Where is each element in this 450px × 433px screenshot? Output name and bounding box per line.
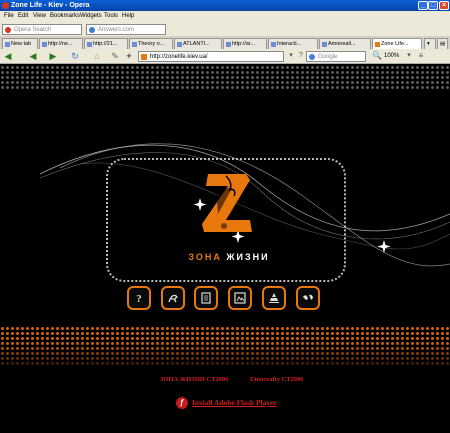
zoom-dropdown-icon[interactable]: ▾	[404, 51, 414, 61]
page-icon	[5, 42, 10, 47]
site-favicon-icon	[141, 54, 147, 60]
document-button[interactable]	[194, 286, 218, 310]
address-text: http://zonelife.kiev.ua/	[150, 54, 208, 60]
tab-label: http://ne...	[48, 41, 73, 47]
dot-pattern-orange	[0, 326, 450, 366]
zone-life-logo	[202, 174, 252, 232]
trash-tab-button[interactable]: ▾	[424, 38, 436, 49]
tab-item[interactable]: Theory o...	[129, 38, 173, 49]
brand-title: ЗОНА ЖИЗНИ	[184, 252, 274, 262]
opera-search-field[interactable]: Opera Search	[2, 24, 82, 35]
page-icon	[271, 42, 276, 47]
svg-text:?: ?	[136, 293, 142, 305]
dragon-icon	[168, 294, 178, 303]
menu-bar: File Edit View Bookmarks Widgets Tools H…	[0, 11, 450, 22]
page-icon	[87, 42, 92, 47]
tab-label: Amoneall...	[328, 41, 356, 47]
opera-window: Zone Life - Kiev - Opera _ □ × File Edit…	[0, 0, 450, 433]
tab-bar: New tab http://ne... http://21... Theory…	[0, 36, 450, 50]
menu-help[interactable]: Help	[122, 11, 134, 22]
tab-label: New tab	[11, 41, 32, 47]
google-icon	[309, 54, 315, 60]
page-icon	[322, 42, 327, 47]
brand-part-zone: ЗОНА	[188, 252, 222, 262]
answers-search-placeholder: Answers.com	[98, 27, 135, 33]
tab-item[interactable]: Interacti...	[268, 38, 318, 49]
google-search-field[interactable]: Google	[306, 51, 366, 62]
back-arrow-icon[interactable]: ◀	[3, 51, 13, 61]
tab-menu-button[interactable]: ▤	[437, 38, 448, 49]
back-arrow-icon[interactable]: ◀	[28, 51, 38, 61]
page-icon	[177, 42, 182, 47]
question-button[interactable]: ?	[127, 286, 151, 310]
page-icon	[375, 42, 380, 47]
tab-label: ATLANTI...	[183, 41, 210, 47]
gallery-button[interactable]	[228, 286, 252, 310]
tab-label: http://21...	[93, 41, 118, 47]
page-content: ЗОНА ЖИЗНИ ? ЗОНА ЖИЗНИ СТ2006 Etnocraft…	[0, 64, 450, 433]
opera-logo-icon	[2, 2, 9, 9]
temple-icon	[269, 293, 279, 303]
page-icon	[226, 42, 231, 47]
world-map-button[interactable]	[296, 286, 320, 310]
menu-edit[interactable]: Edit	[18, 11, 28, 22]
tab-item[interactable]: http://21...	[84, 38, 128, 49]
answers-search-field[interactable]: Answers.com	[86, 24, 166, 35]
menu-icon[interactable]: ≡	[416, 51, 426, 61]
gallery-icon	[234, 292, 246, 304]
edit-icon[interactable]: ✎	[110, 51, 120, 61]
document-icon	[201, 292, 211, 304]
tab-item[interactable]: http://ar...	[223, 38, 267, 49]
tab-label: Interacti...	[277, 41, 302, 47]
home-icon[interactable]: ⌂	[92, 51, 102, 61]
footer-copyright-left: ЗОНА ЖИЗНИ СТ2006	[160, 376, 229, 383]
minimize-button[interactable]: _	[418, 1, 428, 10]
zoom-icon[interactable]: 🔍	[372, 51, 382, 61]
maximize-button[interactable]: □	[428, 1, 438, 10]
flash-install-label[interactable]: Install Adobe Flash Player	[192, 398, 277, 407]
menu-view[interactable]: View	[33, 11, 46, 22]
tab-label: http://ar...	[232, 41, 255, 47]
page-icon	[132, 42, 137, 47]
world-map-icon	[303, 294, 313, 300]
search-engine-label: Google	[318, 54, 338, 60]
menu-tools[interactable]: Tools	[104, 11, 118, 22]
opera-search-placeholder: Opera Search	[14, 27, 52, 33]
menu-bookmarks[interactable]: Bookmarks	[50, 11, 80, 22]
menu-widgets[interactable]: Widgets	[80, 11, 102, 22]
zoom-level[interactable]: 100%	[384, 51, 399, 61]
flash-player-icon: ƒ	[176, 397, 188, 409]
window-title: Zone Life - Kiev - Opera	[11, 2, 90, 9]
wand-icon[interactable]: ✦	[124, 51, 134, 61]
forward-arrow-icon[interactable]: ▶	[48, 51, 58, 61]
dragon-button[interactable]	[161, 286, 185, 310]
tab-item[interactable]: http://ne...	[39, 38, 83, 49]
tab-new[interactable]: New tab	[2, 38, 38, 49]
tab-label: Zone Life...	[381, 41, 409, 47]
close-button[interactable]: ×	[439, 1, 449, 10]
tab-item[interactable]: ATLANTI...	[174, 38, 222, 49]
page-icon	[42, 42, 47, 47]
answers-search-icon	[89, 27, 95, 33]
search-toolbar: Opera Search Answers.com	[0, 22, 450, 37]
opera-search-icon	[5, 27, 11, 33]
tab-item[interactable]: Amoneall...	[319, 38, 371, 49]
menu-file[interactable]: File	[4, 11, 14, 22]
address-field[interactable]: http://zonelife.kiev.ua/	[138, 51, 284, 62]
help-icon[interactable]: ?	[296, 51, 306, 61]
footer-copyright-right: Etnocrafty СТ2006	[250, 376, 304, 383]
temple-button[interactable]	[262, 286, 286, 310]
question-icon: ?	[136, 293, 142, 305]
dropdown-icon[interactable]: ▾	[286, 51, 296, 61]
navigation-toolbar: ◀ ◀ ▶ ↻ ⌂ ✎ ✦ http://zonelife.kiev.ua/ ▾…	[0, 49, 450, 64]
reload-icon[interactable]: ↻	[70, 51, 80, 61]
brand-part-life: ЖИЗНИ	[226, 252, 270, 262]
tab-label: Theory o...	[138, 41, 165, 47]
title-bar: Zone Life - Kiev - Opera _ □ ×	[0, 0, 450, 11]
